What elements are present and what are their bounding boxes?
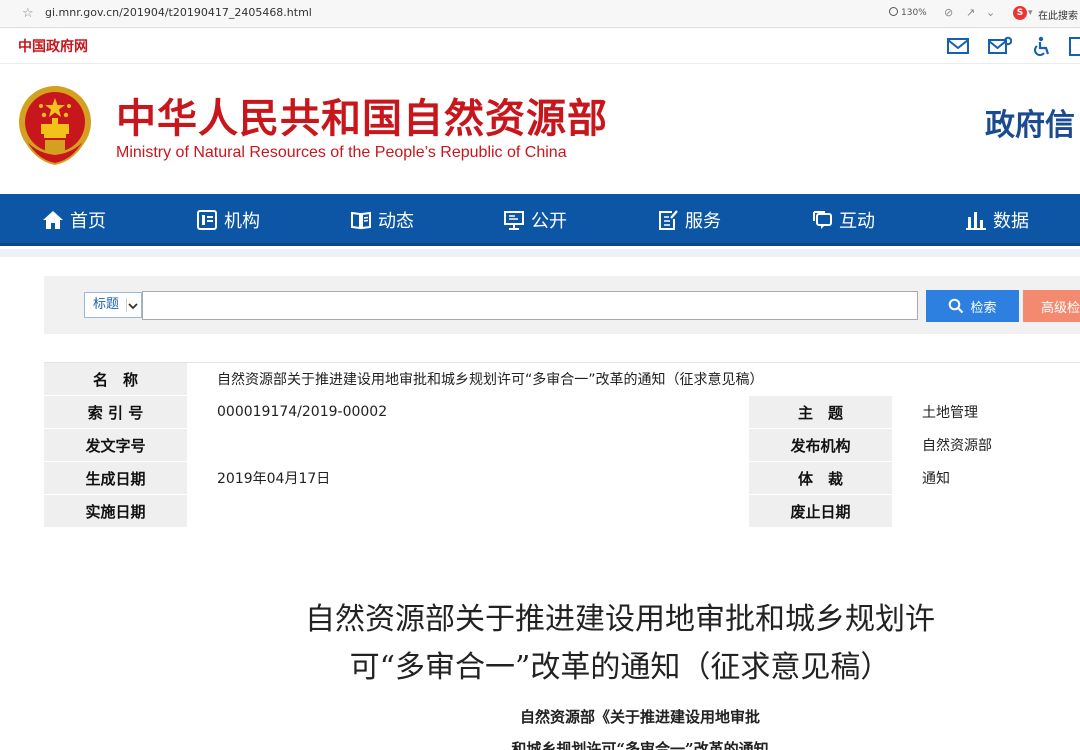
main-nav: 首页 机构 动态 公开 服务 互动 数据 xyxy=(0,194,1080,246)
chevron-down-icon[interactable]: ⌄ xyxy=(986,6,995,19)
table-row: 名 称 自然资源部关于推进建设用地审批和城乡规划许可“多审合一”改革的通知（征求… xyxy=(44,362,1080,396)
table-row: 实施日期 废止日期 xyxy=(44,494,1080,528)
genre-value: 通知 xyxy=(892,461,1080,495)
search-button[interactable]: 检索 xyxy=(926,290,1019,322)
effective-date-label: 实施日期 xyxy=(44,494,187,528)
index-value: 000019174/2019-00002 xyxy=(187,395,749,429)
magnifier-icon xyxy=(889,7,898,16)
top-link-row: 中国政府网 xyxy=(0,28,1080,64)
site-title: 中华人民共和国自然资源部 xyxy=(116,96,608,142)
site-header: 中华人民共和国自然资源部 Ministry of Natural Resourc… xyxy=(0,64,1080,194)
site-subtitle: Ministry of Natural Resources of the Peo… xyxy=(116,144,567,161)
article-title-line: 可“多审合一”改革的通知（征求意见稿） xyxy=(349,650,891,685)
edit-document-icon xyxy=(659,210,678,230)
national-emblem-icon xyxy=(19,86,91,166)
nav-item-services[interactable]: 服务 xyxy=(657,194,721,246)
browser-search-box[interactable]: 在此搜索 xyxy=(1038,7,1078,22)
nav-item-data[interactable]: 数据 xyxy=(965,194,1029,246)
zoom-level[interactable]: 130% xyxy=(889,7,927,18)
dropdown-arrow-icon[interactable]: ▾ xyxy=(1028,8,1033,18)
share-icon[interactable]: ↗ xyxy=(966,6,975,19)
book-icon xyxy=(351,211,371,230)
org-label: 发布机构 xyxy=(749,428,892,462)
browser-address-bar: ☆ gi.mnr.gov.cn/201904/t20190417_2405468… xyxy=(0,0,1080,28)
advanced-search-button[interactable]: 高级检 xyxy=(1023,290,1080,322)
org-value: 自然资源部 xyxy=(892,428,1080,462)
search-input[interactable] xyxy=(142,291,918,320)
bookmark-star-icon[interactable]: ☆ xyxy=(22,6,34,21)
nav-item-interaction[interactable]: 互动 xyxy=(811,194,875,246)
nav-item-news[interactable]: 动态 xyxy=(350,194,414,246)
article-meta-line: 和城乡规划许可“多审合一”改革的通知 xyxy=(511,740,769,750)
name-value: 自然资源部关于推进建设用地审批和城乡规划许可“多审合一”改革的通知（征求意见稿） xyxy=(187,362,1080,396)
gov-portal-link[interactable]: 中国政府网 xyxy=(18,36,88,56)
genre-label: 体 裁 xyxy=(749,461,892,495)
mail-icon[interactable] xyxy=(946,36,970,56)
mobile-icon[interactable] xyxy=(1066,36,1080,56)
table-row: 发文字号 发布机构 自然资源部 xyxy=(44,428,1080,462)
accessibility-icon[interactable] xyxy=(1030,36,1054,56)
chat-icon xyxy=(813,211,832,229)
gov-info-disclosure-title: 政府信 xyxy=(985,108,1075,143)
docno-label: 发文字号 xyxy=(44,428,187,462)
organization-icon xyxy=(197,210,217,230)
index-label: 索 引 号 xyxy=(44,395,187,429)
date-value: 2019年04月17日 xyxy=(187,461,749,495)
date-label: 生成日期 xyxy=(44,461,187,495)
search-panel: 标题 检索 高级检 xyxy=(44,276,1080,334)
subject-label: 主 题 xyxy=(749,395,892,429)
article-meta-line: 自然资源部《关于推进建设用地审批 xyxy=(519,708,760,726)
nav-item-disclosure[interactable]: 公开 xyxy=(503,194,567,246)
divider xyxy=(0,249,1080,257)
subject-value: 土地管理 xyxy=(892,395,1080,429)
expire-date-label: 废止日期 xyxy=(749,494,892,528)
bar-chart-icon xyxy=(966,212,986,230)
monitor-icon xyxy=(504,211,524,230)
home-icon xyxy=(43,211,63,229)
chevron-down-icon xyxy=(126,298,138,312)
search-field-select[interactable]: 标题 xyxy=(84,292,142,318)
docno-value xyxy=(187,428,749,462)
address-url[interactable]: gi.mnr.gov.cn/201904/t20190417_2405468.h… xyxy=(45,6,312,19)
effective-date-value xyxy=(187,494,749,528)
table-row: 索 引 号 000019174/2019-00002 主 题 土地管理 xyxy=(44,395,1080,429)
nav-item-organization[interactable]: 机构 xyxy=(196,194,260,246)
search-icon xyxy=(949,298,964,314)
mail-settings-icon[interactable] xyxy=(988,36,1012,56)
nav-item-home[interactable]: 首页 xyxy=(42,194,106,246)
article-title: 自然资源部关于推进建设用地审批和城乡规划许 可“多审合一”改革的通知（征求意见稿… xyxy=(250,596,990,692)
expire-date-value xyxy=(892,494,1080,528)
article-title-line: 自然资源部关于推进建设用地审批和城乡规划许 xyxy=(305,602,935,637)
search-engine-icon[interactable]: S xyxy=(1013,6,1027,20)
table-row: 生成日期 2019年04月17日 体 裁 通知 xyxy=(44,461,1080,495)
name-label: 名 称 xyxy=(44,362,187,396)
extension-icon[interactable]: ⊘ xyxy=(944,6,953,19)
document-info-table: 名 称 自然资源部关于推进建设用地审批和城乡规划许可“多审合一”改革的通知（征求… xyxy=(44,362,1080,528)
